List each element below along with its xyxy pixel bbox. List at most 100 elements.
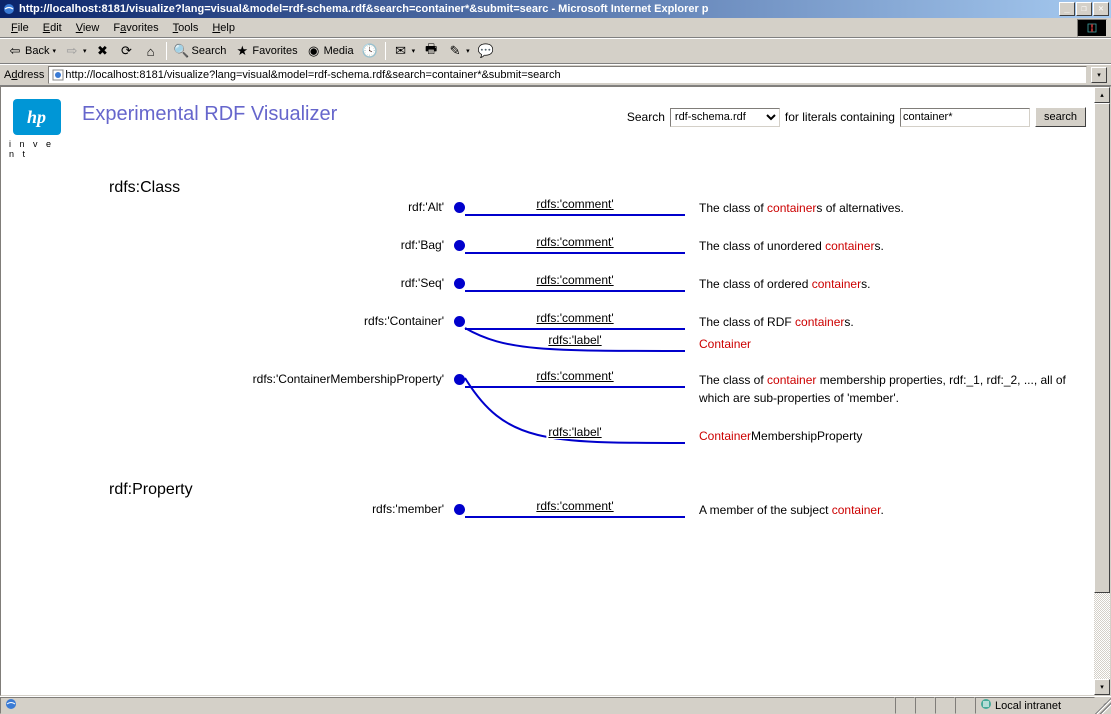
- object-literal: Container: [699, 333, 854, 355]
- ie-throbber-icon: [1077, 19, 1107, 37]
- minimize-button[interactable]: _: [1059, 2, 1075, 16]
- status-main: [0, 697, 895, 714]
- node-dot-icon: [454, 316, 465, 327]
- search-label: Search: [627, 110, 665, 124]
- scroll-track[interactable]: [1094, 103, 1110, 679]
- subject-node[interactable]: rdfs:'Container': [109, 311, 454, 328]
- media-icon: ◉: [306, 43, 322, 59]
- search-mid-label: for literals containing: [785, 110, 895, 124]
- toolbar-separator: [166, 42, 167, 60]
- graph-subject-row: rdfs:'Container' rdfs:'comment' rdfs:'la…: [109, 311, 1086, 359]
- edit-icon: ✎: [447, 43, 463, 59]
- stop-button[interactable]: ✖: [92, 41, 114, 61]
- back-button[interactable]: ⇦Back▾: [4, 41, 59, 61]
- page-icon: [51, 68, 65, 82]
- history-button[interactable]: 🕓: [359, 41, 381, 61]
- menu-favorites[interactable]: Favorites: [106, 20, 165, 36]
- maximize-button[interactable]: ❐: [1076, 2, 1092, 16]
- graph-subject-row: rdf:'Alt' rdfs:'comment' The class of co…: [109, 197, 1086, 235]
- node-dot-icon: [454, 504, 465, 515]
- menu-view[interactable]: View: [69, 20, 107, 36]
- object-literal: ContainerMembershipProperty: [699, 425, 1069, 447]
- toolbar-separator: [385, 42, 386, 60]
- subject-node[interactable]: rdf:'Alt': [109, 197, 454, 214]
- edge-label[interactable]: rdfs:'comment': [534, 197, 615, 211]
- edge-line: [465, 252, 685, 254]
- home-icon: ⌂: [143, 43, 159, 59]
- object-literal: The class of containers of alternatives.: [699, 197, 904, 219]
- scroll-thumb[interactable]: [1094, 103, 1110, 593]
- scroll-down-button[interactable]: ▾: [1094, 679, 1110, 695]
- security-zone: Local intranet: [975, 697, 1095, 714]
- toolbar: ⇦Back▾ ⇨▾ ✖ ⟳ ⌂ 🔍Search ★Favorites ◉Medi…: [0, 38, 1111, 64]
- stop-icon: ✖: [95, 43, 111, 59]
- page-content: hp i n v e n t Experimental RDF Visualiz…: [1, 87, 1094, 695]
- home-button[interactable]: ⌂: [140, 41, 162, 61]
- address-dropdown-button[interactable]: ▾: [1091, 67, 1107, 83]
- edge-label[interactable]: rdfs:'comment': [534, 369, 615, 383]
- mail-button[interactable]: ✉▾: [390, 41, 419, 61]
- search-button[interactable]: 🔍Search: [171, 41, 230, 61]
- print-button[interactable]: 🖶: [420, 41, 442, 61]
- edge-label[interactable]: rdfs:'label': [546, 333, 603, 347]
- media-button[interactable]: ◉Media: [303, 41, 357, 61]
- edge-label[interactable]: rdfs:'label': [546, 425, 603, 439]
- edge-label[interactable]: rdfs:'comment': [534, 499, 615, 513]
- titlebar: http://localhost:8181/visualize?lang=vis…: [0, 0, 1111, 18]
- vertical-scrollbar[interactable]: ▴ ▾: [1094, 87, 1110, 695]
- address-label: Address: [4, 69, 44, 81]
- favorites-button[interactable]: ★Favorites: [231, 41, 300, 61]
- search-submit-button[interactable]: search: [1035, 107, 1086, 127]
- edge-line: [465, 386, 685, 388]
- chevron-down-icon: ▾: [412, 47, 416, 55]
- graph-subject-row: rdfs:'ContainerMembershipProperty' rdfs:…: [109, 369, 1086, 451]
- subject-node[interactable]: rdf:'Seq': [109, 273, 454, 290]
- object-literal: The class of ordered containers.: [699, 273, 870, 295]
- refresh-icon: ⟳: [119, 43, 135, 59]
- window-title: http://localhost:8181/visualize?lang=vis…: [19, 3, 1059, 15]
- subject-node[interactable]: rdf:'Bag': [109, 235, 454, 252]
- discuss-button[interactable]: 💬: [475, 41, 497, 61]
- history-icon: 🕓: [362, 43, 378, 59]
- menu-edit[interactable]: Edit: [36, 20, 69, 36]
- content-viewport: hp i n v e n t Experimental RDF Visualiz…: [0, 86, 1111, 696]
- refresh-button[interactable]: ⟳: [116, 41, 138, 61]
- back-arrow-icon: ⇦: [7, 43, 23, 59]
- edge-label[interactable]: rdfs:'comment': [534, 235, 615, 249]
- menu-file[interactable]: File: [4, 20, 36, 36]
- node-dot-icon: [454, 374, 465, 385]
- edge-line: [465, 328, 685, 330]
- status-cell: [935, 697, 955, 714]
- menubar: File Edit View Favorites Tools Help: [0, 18, 1111, 38]
- status-cell: [895, 697, 915, 714]
- edge-line: [465, 214, 685, 216]
- menu-help[interactable]: Help: [205, 20, 242, 36]
- subject-node[interactable]: rdfs:'ContainerMembershipProperty': [109, 369, 454, 386]
- subject-node[interactable]: rdfs:'member': [109, 499, 454, 516]
- node-dot-icon: [454, 278, 465, 289]
- model-select[interactable]: rdf-schema.rdf: [670, 108, 780, 127]
- forward-button[interactable]: ⇨▾: [61, 41, 90, 61]
- page-header: hp i n v e n t Experimental RDF Visualiz…: [9, 99, 1086, 159]
- close-button[interactable]: ✕: [1093, 2, 1109, 16]
- intranet-icon: [980, 698, 992, 713]
- print-icon: 🖶: [423, 43, 439, 59]
- menu-tools[interactable]: Tools: [166, 20, 206, 36]
- edge-label[interactable]: rdfs:'comment': [534, 311, 615, 325]
- search-input[interactable]: [900, 108, 1030, 127]
- ie-app-icon: [2, 2, 16, 16]
- status-cell: [955, 697, 975, 714]
- object-literal: The class of container membership proper…: [699, 369, 1069, 425]
- edge-label[interactable]: rdfs:'comment': [534, 273, 615, 287]
- scroll-up-button[interactable]: ▴: [1094, 87, 1110, 103]
- status-cell: [915, 697, 935, 714]
- address-input[interactable]: [65, 69, 1084, 81]
- object-literal: A member of the subject container.: [699, 499, 884, 521]
- mail-icon: ✉: [393, 43, 409, 59]
- edit-button[interactable]: ✎▾: [444, 41, 473, 61]
- node-dot-icon: [454, 202, 465, 213]
- chevron-down-icon: ▾: [466, 47, 470, 55]
- resize-grip[interactable]: [1095, 697, 1111, 714]
- statusbar: Local intranet: [0, 696, 1111, 714]
- hp-logo: hp i n v e n t: [9, 99, 64, 159]
